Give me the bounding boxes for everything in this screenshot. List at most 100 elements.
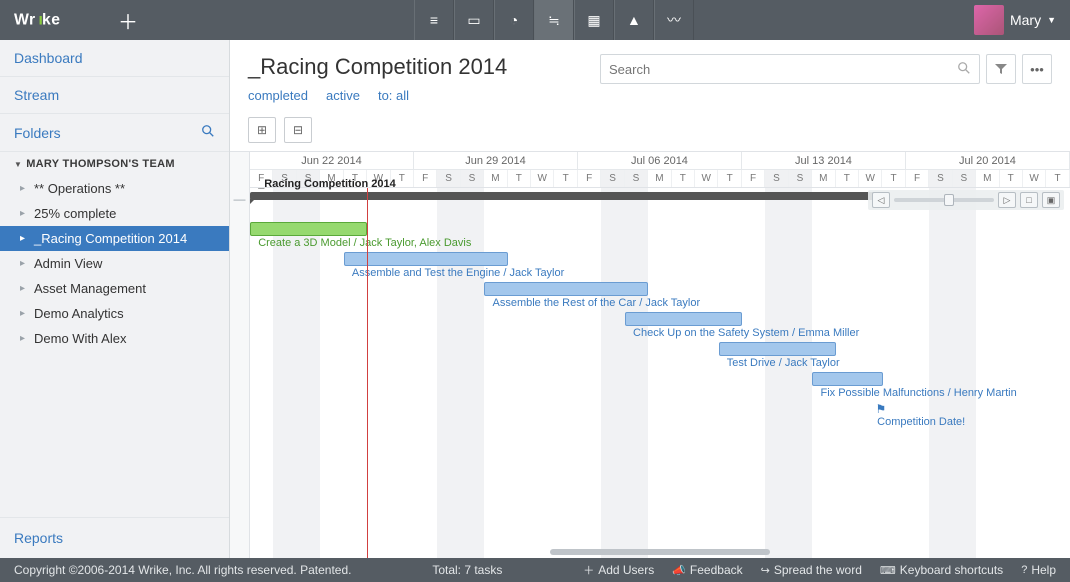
week-header: Jun 22 2014 xyxy=(250,152,414,169)
gantt-bar[interactable] xyxy=(719,342,836,356)
folder-item[interactable]: 25% complete xyxy=(0,201,229,226)
day-header: S xyxy=(789,170,812,187)
folder-item[interactable]: _Racing Competition 2014 xyxy=(0,226,229,251)
day-header: S xyxy=(953,170,976,187)
gantt-row: Test Drive / Jack Taylor xyxy=(250,342,1070,372)
search-input[interactable] xyxy=(609,62,957,77)
keyboard-icon: ⌨ xyxy=(880,564,896,577)
gantt-bar[interactable] xyxy=(250,192,883,200)
folder-item[interactable]: Asset Management xyxy=(0,276,229,301)
folder-item[interactable]: Admin View xyxy=(0,251,229,276)
gantt-bar[interactable] xyxy=(344,252,508,266)
day-header: T xyxy=(836,170,859,187)
view-table-icon[interactable]: ▦ xyxy=(574,0,614,40)
filter-active[interactable]: active xyxy=(326,88,360,103)
task-label: Assemble and Test the Engine / Jack Tayl… xyxy=(352,267,564,279)
user-menu[interactable]: Mary ▼ xyxy=(974,5,1056,35)
week-header: Jun 29 2014 xyxy=(414,152,578,169)
day-header: T xyxy=(508,170,531,187)
task-label: Create a 3D Model / Jack Taylor, Alex Da… xyxy=(258,237,471,249)
chevron-down-icon: ▼ xyxy=(1047,15,1056,25)
day-header: M xyxy=(812,170,835,187)
add-users-link[interactable]: ＋Add Users xyxy=(583,562,654,578)
day-header: M xyxy=(484,170,507,187)
day-header: T xyxy=(1000,170,1023,187)
gantt-bar[interactable] xyxy=(625,312,742,326)
day-header: S xyxy=(625,170,648,187)
gantt-bar[interactable] xyxy=(250,222,367,236)
help-icon: ? xyxy=(1021,564,1027,576)
collapse-all-button[interactable]: ⊟ xyxy=(284,117,312,143)
filter-completed[interactable]: completed xyxy=(248,88,308,103)
total-tasks: Total: 7 tasks xyxy=(432,563,502,577)
week-header: Jul 06 2014 xyxy=(578,152,742,169)
team-header[interactable]: MARY THOMPSON'S TEAM xyxy=(0,152,229,176)
svg-text:ke: ke xyxy=(42,11,60,28)
week-header: Jul 20 2014 xyxy=(906,152,1070,169)
sidebar: Dashboard Stream Folders MARY THOMPSON'S… xyxy=(0,40,230,558)
project-title: _Racing Competition 2014 xyxy=(248,54,507,80)
gantt-row: Check Up on the Safety System / Emma Mil… xyxy=(250,312,1070,342)
search-icon[interactable] xyxy=(957,61,971,78)
week-header: Jul 13 2014 xyxy=(742,152,906,169)
sidebar-reports[interactable]: Reports xyxy=(0,517,229,558)
day-header: S xyxy=(765,170,788,187)
sidebar-stream[interactable]: Stream xyxy=(0,77,229,114)
task-label: Test Drive / Jack Taylor xyxy=(727,357,840,369)
feedback-link[interactable]: 📣Feedback xyxy=(672,563,742,577)
expand-all-button[interactable]: ⊞ xyxy=(248,117,276,143)
day-header: F xyxy=(906,170,929,187)
gantt-collapse-handle[interactable]: — xyxy=(230,152,250,558)
view-gantt-icon[interactable]: ≒ xyxy=(534,0,574,40)
day-header: S xyxy=(601,170,624,187)
day-header: M xyxy=(976,170,999,187)
user-name: Mary xyxy=(1010,12,1041,28)
share-icon: ↪ xyxy=(761,564,770,577)
view-stream-icon[interactable]: ▭ xyxy=(454,0,494,40)
day-header: T xyxy=(718,170,741,187)
sidebar-dashboard[interactable]: Dashboard xyxy=(0,40,229,77)
horizontal-scrollbar[interactable] xyxy=(550,549,770,555)
zoom-full-button[interactable]: ▣ xyxy=(1042,192,1060,208)
view-list-icon[interactable]: ≡ xyxy=(414,0,454,40)
gantt-row: Assemble the Rest of the Car / Jack Tayl… xyxy=(250,282,1070,312)
filter-to-all[interactable]: to: all xyxy=(378,88,409,103)
svg-text:Wr: Wr xyxy=(14,11,36,28)
day-header: W xyxy=(531,170,554,187)
add-button[interactable]: ＋ xyxy=(108,0,148,40)
day-header: T xyxy=(672,170,695,187)
folder-item[interactable]: Demo Analytics xyxy=(0,301,229,326)
zoom-out-button[interactable]: ◁ xyxy=(872,192,890,208)
keyboard-shortcuts-link[interactable]: ⌨Keyboard shortcuts xyxy=(880,563,1003,577)
day-header: W xyxy=(1023,170,1046,187)
zoom-control: ◁ ▷ □ ▣ xyxy=(868,190,1064,210)
task-label: _Racing Competition 2014 xyxy=(258,178,396,190)
gantt-bar[interactable] xyxy=(812,372,882,386)
day-header: S xyxy=(929,170,952,187)
zoom-in-button[interactable]: ▷ xyxy=(998,192,1016,208)
wrike-logo[interactable]: Wrıke xyxy=(14,11,84,29)
day-header: F xyxy=(578,170,601,187)
megaphone-icon: 📣 xyxy=(672,564,686,577)
view-analytics-icon[interactable]: 〰 xyxy=(654,0,694,40)
more-button[interactable]: ••• xyxy=(1022,54,1052,84)
day-header: F xyxy=(414,170,437,187)
view-workload-icon[interactable]: ▲ xyxy=(614,0,654,40)
zoom-fit-button[interactable]: □ xyxy=(1020,192,1038,208)
folder-item[interactable]: Demo With Alex xyxy=(0,326,229,351)
gantt-bar[interactable] xyxy=(484,282,648,296)
help-link[interactable]: ?Help xyxy=(1021,563,1056,577)
search-icon[interactable] xyxy=(201,124,215,141)
milestone-flag[interactable]: ⚑ xyxy=(876,402,887,416)
folder-item[interactable]: ** Operations ** xyxy=(0,176,229,201)
view-timer-icon[interactable]: ◔ xyxy=(494,0,534,40)
day-header: T xyxy=(1046,170,1069,187)
spread-word-link[interactable]: ↪Spread the word xyxy=(761,563,862,577)
day-header: S xyxy=(461,170,484,187)
add-users-icon: ＋ xyxy=(583,562,594,578)
filter-button[interactable] xyxy=(986,54,1016,84)
zoom-slider[interactable] xyxy=(894,198,994,202)
sidebar-folders[interactable]: Folders xyxy=(0,114,229,152)
day-header: T xyxy=(554,170,577,187)
day-header: W xyxy=(695,170,718,187)
